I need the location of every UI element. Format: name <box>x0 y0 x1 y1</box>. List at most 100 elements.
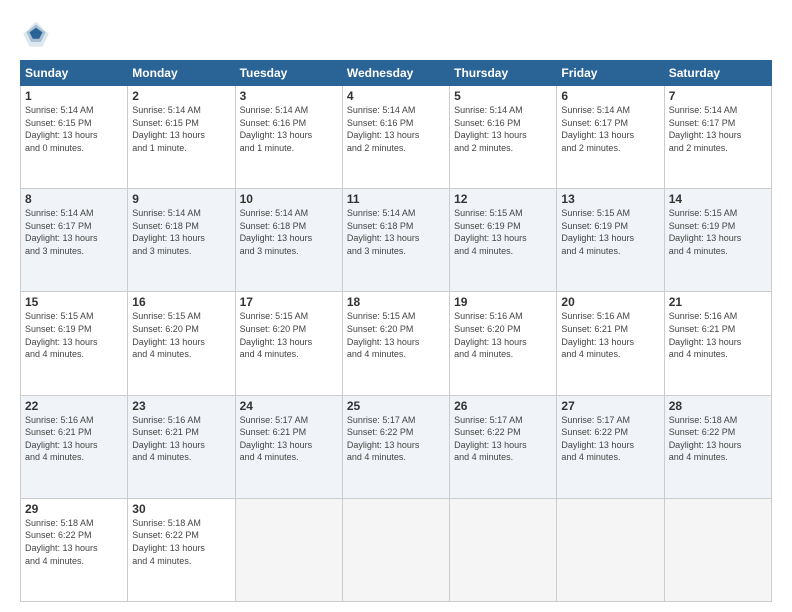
day-info: Sunrise: 5:14 AM Sunset: 6:18 PM Dayligh… <box>132 207 230 257</box>
day-number: 23 <box>132 399 230 413</box>
day-header-wednesday: Wednesday <box>342 61 449 86</box>
day-number: 2 <box>132 89 230 103</box>
calendar-cell: 12Sunrise: 5:15 AM Sunset: 6:19 PM Dayli… <box>450 189 557 292</box>
calendar-cell: 24Sunrise: 5:17 AM Sunset: 6:21 PM Dayli… <box>235 395 342 498</box>
day-number: 9 <box>132 192 230 206</box>
day-number: 13 <box>561 192 659 206</box>
day-info: Sunrise: 5:16 AM Sunset: 6:21 PM Dayligh… <box>561 310 659 360</box>
logo-icon <box>20 18 52 50</box>
day-number: 21 <box>669 295 767 309</box>
day-info: Sunrise: 5:18 AM Sunset: 6:22 PM Dayligh… <box>669 414 767 464</box>
day-info: Sunrise: 5:14 AM Sunset: 6:17 PM Dayligh… <box>669 104 767 154</box>
day-info: Sunrise: 5:14 AM Sunset: 6:17 PM Dayligh… <box>25 207 123 257</box>
page: SundayMondayTuesdayWednesdayThursdayFrid… <box>0 0 792 612</box>
day-number: 20 <box>561 295 659 309</box>
day-number: 10 <box>240 192 338 206</box>
calendar-cell: 11Sunrise: 5:14 AM Sunset: 6:18 PM Dayli… <box>342 189 449 292</box>
day-number: 15 <box>25 295 123 309</box>
day-header-sunday: Sunday <box>21 61 128 86</box>
calendar-cell <box>342 498 449 601</box>
day-number: 25 <box>347 399 445 413</box>
calendar-cell: 5Sunrise: 5:14 AM Sunset: 6:16 PM Daylig… <box>450 86 557 189</box>
calendar-cell: 13Sunrise: 5:15 AM Sunset: 6:19 PM Dayli… <box>557 189 664 292</box>
calendar-cell: 25Sunrise: 5:17 AM Sunset: 6:22 PM Dayli… <box>342 395 449 498</box>
day-info: Sunrise: 5:17 AM Sunset: 6:21 PM Dayligh… <box>240 414 338 464</box>
header <box>20 18 772 50</box>
day-info: Sunrise: 5:17 AM Sunset: 6:22 PM Dayligh… <box>454 414 552 464</box>
calendar-cell: 4Sunrise: 5:14 AM Sunset: 6:16 PM Daylig… <box>342 86 449 189</box>
day-number: 17 <box>240 295 338 309</box>
calendar-cell: 27Sunrise: 5:17 AM Sunset: 6:22 PM Dayli… <box>557 395 664 498</box>
day-number: 28 <box>669 399 767 413</box>
day-number: 11 <box>347 192 445 206</box>
calendar-cell: 20Sunrise: 5:16 AM Sunset: 6:21 PM Dayli… <box>557 292 664 395</box>
calendar-cell: 19Sunrise: 5:16 AM Sunset: 6:20 PM Dayli… <box>450 292 557 395</box>
day-header-monday: Monday <box>128 61 235 86</box>
day-info: Sunrise: 5:15 AM Sunset: 6:19 PM Dayligh… <box>561 207 659 257</box>
calendar-cell: 6Sunrise: 5:14 AM Sunset: 6:17 PM Daylig… <box>557 86 664 189</box>
day-info: Sunrise: 5:15 AM Sunset: 6:19 PM Dayligh… <box>669 207 767 257</box>
calendar-cell: 22Sunrise: 5:16 AM Sunset: 6:21 PM Dayli… <box>21 395 128 498</box>
calendar-cell: 18Sunrise: 5:15 AM Sunset: 6:20 PM Dayli… <box>342 292 449 395</box>
day-info: Sunrise: 5:14 AM Sunset: 6:15 PM Dayligh… <box>25 104 123 154</box>
day-info: Sunrise: 5:15 AM Sunset: 6:20 PM Dayligh… <box>240 310 338 360</box>
day-number: 5 <box>454 89 552 103</box>
calendar-week-row: 1Sunrise: 5:14 AM Sunset: 6:15 PM Daylig… <box>21 86 772 189</box>
day-number: 16 <box>132 295 230 309</box>
calendar-header-row: SundayMondayTuesdayWednesdayThursdayFrid… <box>21 61 772 86</box>
calendar-cell: 21Sunrise: 5:16 AM Sunset: 6:21 PM Dayli… <box>664 292 771 395</box>
day-number: 24 <box>240 399 338 413</box>
day-info: Sunrise: 5:14 AM Sunset: 6:16 PM Dayligh… <box>454 104 552 154</box>
calendar-cell <box>450 498 557 601</box>
calendar-cell: 17Sunrise: 5:15 AM Sunset: 6:20 PM Dayli… <box>235 292 342 395</box>
day-info: Sunrise: 5:14 AM Sunset: 6:17 PM Dayligh… <box>561 104 659 154</box>
logo <box>20 18 56 50</box>
day-info: Sunrise: 5:14 AM Sunset: 6:16 PM Dayligh… <box>240 104 338 154</box>
calendar-cell: 8Sunrise: 5:14 AM Sunset: 6:17 PM Daylig… <box>21 189 128 292</box>
calendar-cell <box>235 498 342 601</box>
day-info: Sunrise: 5:16 AM Sunset: 6:20 PM Dayligh… <box>454 310 552 360</box>
day-number: 22 <box>25 399 123 413</box>
calendar-cell: 1Sunrise: 5:14 AM Sunset: 6:15 PM Daylig… <box>21 86 128 189</box>
day-number: 3 <box>240 89 338 103</box>
day-header-friday: Friday <box>557 61 664 86</box>
day-info: Sunrise: 5:17 AM Sunset: 6:22 PM Dayligh… <box>347 414 445 464</box>
day-info: Sunrise: 5:15 AM Sunset: 6:19 PM Dayligh… <box>454 207 552 257</box>
day-header-saturday: Saturday <box>664 61 771 86</box>
calendar-cell: 23Sunrise: 5:16 AM Sunset: 6:21 PM Dayli… <box>128 395 235 498</box>
day-info: Sunrise: 5:18 AM Sunset: 6:22 PM Dayligh… <box>25 517 123 567</box>
calendar-cell: 9Sunrise: 5:14 AM Sunset: 6:18 PM Daylig… <box>128 189 235 292</box>
day-info: Sunrise: 5:18 AM Sunset: 6:22 PM Dayligh… <box>132 517 230 567</box>
day-info: Sunrise: 5:16 AM Sunset: 6:21 PM Dayligh… <box>132 414 230 464</box>
calendar-cell: 16Sunrise: 5:15 AM Sunset: 6:20 PM Dayli… <box>128 292 235 395</box>
day-info: Sunrise: 5:17 AM Sunset: 6:22 PM Dayligh… <box>561 414 659 464</box>
calendar-week-row: 15Sunrise: 5:15 AM Sunset: 6:19 PM Dayli… <box>21 292 772 395</box>
day-number: 1 <box>25 89 123 103</box>
day-info: Sunrise: 5:14 AM Sunset: 6:16 PM Dayligh… <box>347 104 445 154</box>
day-info: Sunrise: 5:14 AM Sunset: 6:15 PM Dayligh… <box>132 104 230 154</box>
day-number: 18 <box>347 295 445 309</box>
day-number: 14 <box>669 192 767 206</box>
day-number: 7 <box>669 89 767 103</box>
day-info: Sunrise: 5:15 AM Sunset: 6:20 PM Dayligh… <box>132 310 230 360</box>
day-info: Sunrise: 5:15 AM Sunset: 6:20 PM Dayligh… <box>347 310 445 360</box>
calendar-week-row: 8Sunrise: 5:14 AM Sunset: 6:17 PM Daylig… <box>21 189 772 292</box>
day-number: 27 <box>561 399 659 413</box>
calendar-cell: 7Sunrise: 5:14 AM Sunset: 6:17 PM Daylig… <box>664 86 771 189</box>
day-number: 12 <box>454 192 552 206</box>
calendar-cell: 10Sunrise: 5:14 AM Sunset: 6:18 PM Dayli… <box>235 189 342 292</box>
calendar-cell <box>557 498 664 601</box>
calendar-cell: 26Sunrise: 5:17 AM Sunset: 6:22 PM Dayli… <box>450 395 557 498</box>
day-number: 30 <box>132 502 230 516</box>
calendar-cell: 30Sunrise: 5:18 AM Sunset: 6:22 PM Dayli… <box>128 498 235 601</box>
day-info: Sunrise: 5:15 AM Sunset: 6:19 PM Dayligh… <box>25 310 123 360</box>
calendar-table: SundayMondayTuesdayWednesdayThursdayFrid… <box>20 60 772 602</box>
day-info: Sunrise: 5:16 AM Sunset: 6:21 PM Dayligh… <box>25 414 123 464</box>
day-info: Sunrise: 5:14 AM Sunset: 6:18 PM Dayligh… <box>240 207 338 257</box>
day-info: Sunrise: 5:14 AM Sunset: 6:18 PM Dayligh… <box>347 207 445 257</box>
calendar-cell: 2Sunrise: 5:14 AM Sunset: 6:15 PM Daylig… <box>128 86 235 189</box>
calendar-cell: 3Sunrise: 5:14 AM Sunset: 6:16 PM Daylig… <box>235 86 342 189</box>
day-header-thursday: Thursday <box>450 61 557 86</box>
day-number: 19 <box>454 295 552 309</box>
day-number: 29 <box>25 502 123 516</box>
